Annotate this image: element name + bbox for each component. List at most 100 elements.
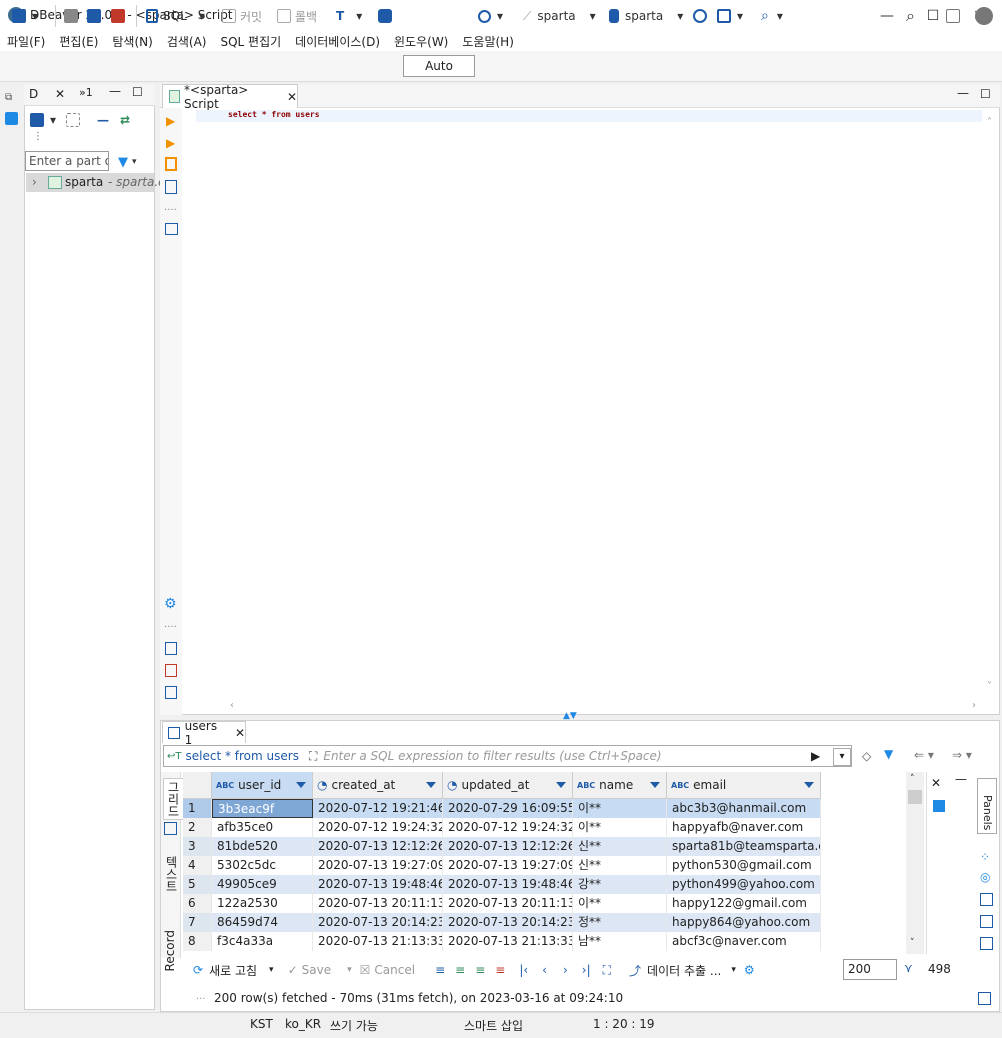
variables-icon[interactable] — [165, 686, 177, 699]
cell-name[interactable]: 신** — [573, 837, 667, 856]
cell-email[interactable]: python499@yahoo.com — [667, 875, 821, 894]
settings-gear-icon[interactable]: ⚙ — [744, 963, 755, 977]
cell-updated_at[interactable]: 2020-07-12 19:24:32 — [443, 818, 573, 837]
database-navigator-icon[interactable] — [5, 112, 18, 125]
scroll-up-icon[interactable]: ˄ — [987, 117, 992, 128]
grid-icon[interactable] — [164, 822, 177, 835]
export-dropdown[interactable]: ▾ — [731, 965, 736, 975]
cell-created_at[interactable]: 2020-07-13 19:48:46 — [313, 875, 443, 894]
panels-toggle[interactable]: Panels — [977, 778, 997, 834]
tree-node-sparta[interactable]: › sparta - sparta.c — [26, 173, 165, 192]
menu-help[interactable]: 도움말(H) — [455, 31, 521, 51]
cell-created_at[interactable]: 2020-07-13 21:13:33 — [313, 932, 443, 951]
add-row-icon[interactable]: ≡ — [455, 963, 465, 977]
new-connection-icon[interactable]: ▾ — [12, 6, 38, 26]
close-icon[interactable]: ✕ — [235, 726, 245, 740]
more-tabs[interactable]: »1 — [79, 86, 93, 99]
cell-email[interactable]: abc3b3@hanmail.com — [667, 799, 821, 818]
menu-database[interactable]: 데이터베이스(D) — [288, 31, 387, 51]
table-row[interactable]: 8 f3c4a33a 2020-07-13 21:13:33 2020-07-1… — [183, 932, 821, 951]
scroll-down-icon[interactable]: ˅ — [987, 681, 992, 692]
cell-name[interactable]: 정** — [573, 913, 667, 932]
navigator-filter-input[interactable]: Enter a part of — [25, 151, 109, 171]
cell-email[interactable]: happy864@yahoo.com — [667, 913, 821, 932]
cell-name[interactable]: 이** — [573, 799, 667, 818]
table-row[interactable]: 7 86459d74 2020-07-13 20:14:23 2020-07-1… — [183, 913, 821, 932]
user-avatar-icon[interactable] — [975, 6, 993, 26]
copy-row-icon[interactable]: ≡ — [475, 963, 485, 977]
lock-icon[interactable] — [378, 6, 392, 26]
view-menu-icon[interactable]: ⋮ — [33, 131, 43, 142]
cell-created_at[interactable]: 2020-07-13 20:14:23 — [313, 913, 443, 932]
cell-email[interactable]: abcf3c@naver.com — [667, 932, 821, 951]
disconnect-icon[interactable] — [64, 6, 78, 26]
cell-updated_at[interactable]: 2020-07-13 12:12:26 — [443, 837, 573, 856]
cell-user_id[interactable]: 49905ce9 — [212, 875, 313, 894]
tab-script[interactable]: *<sparta> Script ✕ — [162, 83, 298, 111]
grouping-icon[interactable]: ⁘ — [980, 850, 990, 864]
minimize-icon[interactable]: — — [955, 772, 967, 786]
table-row[interactable]: 4 5302c5dc 2020-07-13 19:27:09 2020-07-1… — [183, 856, 821, 875]
forward-icon[interactable]: ⇒ ▾ — [952, 748, 972, 762]
cell-user_id[interactable]: 81bde520 — [212, 837, 313, 856]
column-header-updated_at[interactable]: ◔ updated_at — [443, 772, 573, 799]
perspective-icon[interactable] — [946, 6, 960, 26]
table-row[interactable]: 2 afb35ce0 2020-07-12 19:24:32 2020-07-1… — [183, 818, 821, 837]
cell-email[interactable]: happyafb@naver.com — [667, 818, 821, 837]
nav-new-folder-icon[interactable] — [66, 110, 80, 130]
scroll-left-icon[interactable]: ‹ — [230, 700, 234, 711]
table-row[interactable]: 1 3b3eac9f 2020-07-12 19:21:46 2020-07-2… — [183, 799, 821, 818]
cell-user_id[interactable]: f3c4a33a — [212, 932, 313, 951]
fetch-size-input[interactable]: 200 — [843, 959, 897, 980]
cell-name[interactable]: 강** — [573, 875, 667, 894]
minimize-icon[interactable]: — — [109, 84, 121, 98]
maximize-icon[interactable]: ☐ — [132, 85, 143, 99]
cell-created_at[interactable]: 2020-07-13 19:27:09 — [313, 856, 443, 875]
panel-toggle-icon[interactable] — [978, 992, 991, 1005]
close-icon[interactable]: ✕ — [287, 90, 297, 104]
column-header-created_at[interactable]: ◔ created_at — [313, 772, 443, 799]
search-icon[interactable]: ⌕ ▾ — [761, 6, 783, 26]
sort-dropdown-icon[interactable] — [556, 782, 566, 788]
cell-updated_at[interactable]: 2020-07-13 20:14:23 — [443, 913, 573, 932]
nav-new-connection-icon[interactable]: ▾ — [30, 110, 56, 130]
minimize-icon[interactable]: — — [957, 86, 969, 100]
refresh-dropdown[interactable]: ▾ — [269, 965, 274, 975]
previous-page-icon[interactable]: ‹ — [542, 963, 547, 977]
cell-name[interactable]: 신** — [573, 856, 667, 875]
menu-file[interactable]: 파일(F) — [0, 31, 52, 51]
cell-name[interactable]: 이** — [573, 894, 667, 913]
filter-expression-input[interactable]: Enter a SQL expression to filter results… — [323, 749, 661, 763]
import-icon[interactable] — [165, 664, 177, 677]
metadata-icon[interactable] — [980, 915, 993, 928]
history-icon[interactable]: ▾ — [478, 6, 503, 26]
cancel-icon[interactable]: ☒ — [360, 963, 371, 977]
explain-plan-icon[interactable] — [165, 180, 177, 194]
sort-dropdown-icon[interactable] — [650, 782, 660, 788]
settings-gear-icon[interactable]: ⚙ — [164, 596, 177, 612]
commit-button[interactable]: 커밋 — [222, 6, 262, 26]
table-row[interactable]: 5 49905ce9 2020-07-13 19:48:46 2020-07-1… — [183, 875, 821, 894]
last-page-icon[interactable]: ›| — [582, 963, 591, 977]
scroll-down-icon[interactable]: ˅ — [910, 938, 915, 948]
restore-icon[interactable]: ⧉ — [5, 92, 12, 103]
filter-history-dropdown[interactable]: ▾ — [833, 748, 851, 766]
global-search-icon[interactable]: ⌕ — [906, 6, 915, 26]
back-icon[interactable]: ⇐ ▾ — [914, 748, 934, 762]
save-button[interactable]: Save — [302, 963, 331, 977]
refresh-icon[interactable]: ⟳ — [193, 963, 203, 977]
cell-email[interactable]: happy122@gmail.com — [667, 894, 821, 913]
sql-code[interactable]: select * from users — [228, 110, 320, 119]
cell-updated_at[interactable]: 2020-07-13 19:27:09 — [443, 856, 573, 875]
grid-scrollbar[interactable]: ˄ ˅ — [906, 772, 924, 954]
dashboard-icon[interactable] — [693, 6, 707, 26]
corner-cell[interactable] — [183, 772, 212, 799]
sort-dropdown-icon[interactable] — [804, 782, 814, 788]
cancel-button[interactable]: Cancel — [374, 963, 415, 977]
er-diagram-icon[interactable]: ▾ — [717, 6, 743, 26]
tab-users-1[interactable]: users 1 ✕ — [162, 719, 246, 747]
more-icon[interactable]: .... — [164, 202, 177, 213]
rollback-button[interactable]: 롤백 — [277, 6, 317, 26]
cell-updated_at[interactable]: 2020-07-13 21:13:33 — [443, 932, 573, 951]
cell-created_at[interactable]: 2020-07-12 19:21:46 — [313, 799, 443, 818]
